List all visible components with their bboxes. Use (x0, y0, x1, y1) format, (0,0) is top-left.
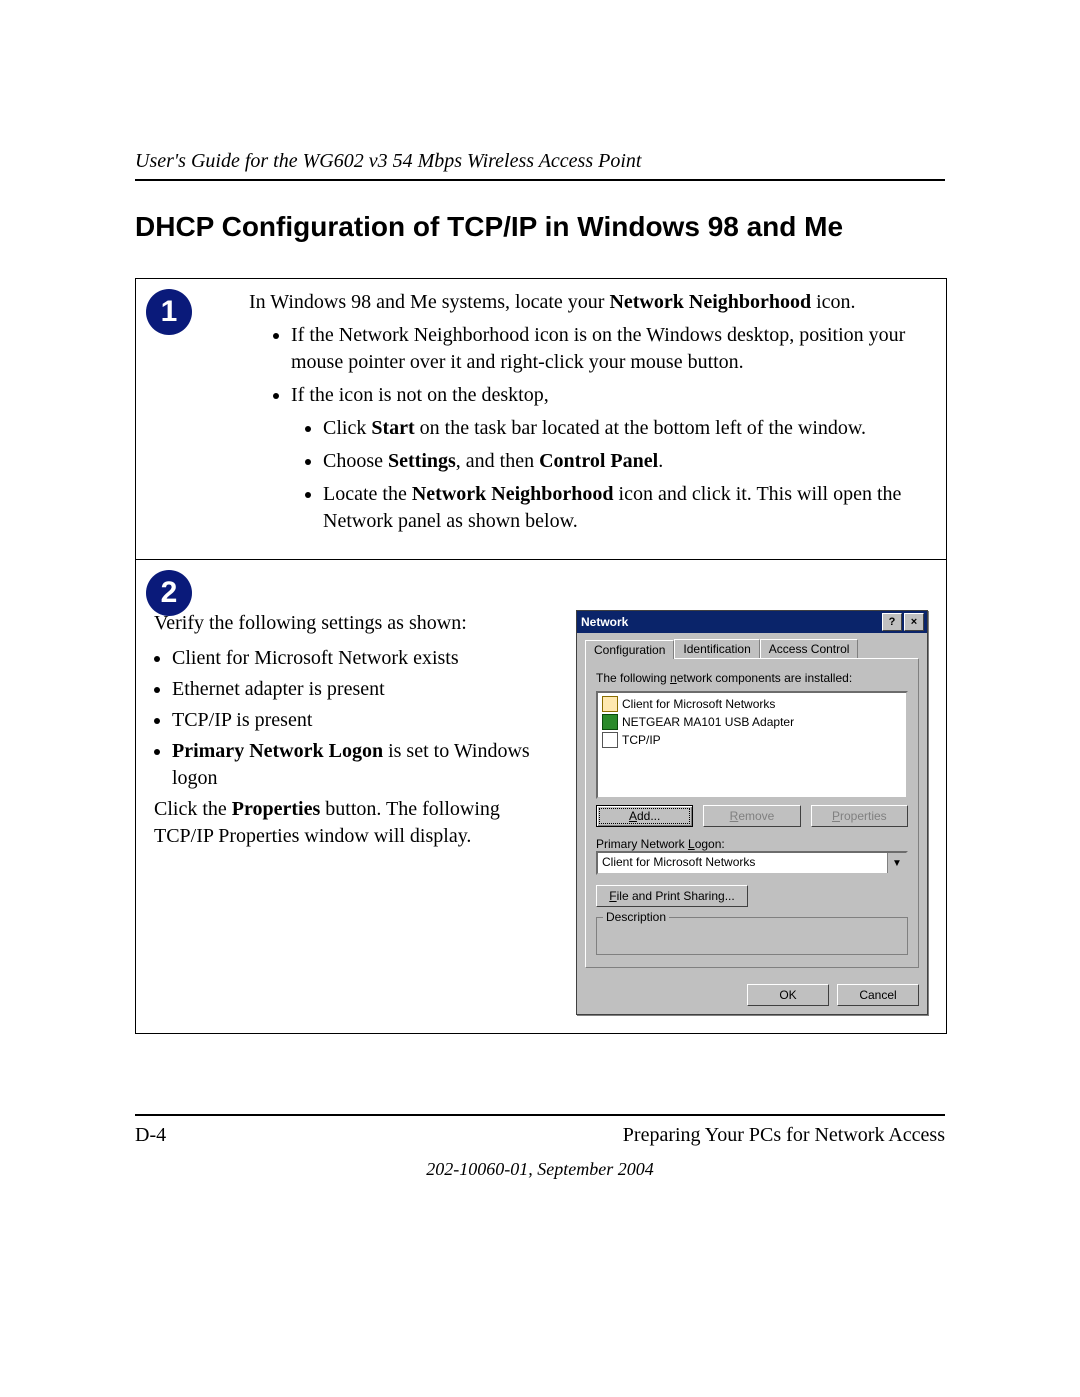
text-bold: Properties (232, 798, 321, 820)
help-button[interactable]: ? (882, 613, 902, 631)
step-1-intro: In Windows 98 and Me systems, locate you… (249, 289, 928, 316)
text: ile and Print Sharing... (617, 889, 735, 903)
components-label: The following network components are ins… (596, 671, 908, 685)
footer-section-title: Preparing Your PCs for Network Access (623, 1124, 945, 1147)
accel-key: P (832, 809, 840, 823)
list-item[interactable]: TCP/IP (600, 731, 904, 749)
step-2-bullets: Client for Microsoft Network exists Ethe… (154, 645, 556, 792)
accel-key: L (688, 837, 695, 851)
text: ogon: (695, 837, 725, 851)
adapter-icon (602, 714, 618, 730)
protocol-icon (602, 732, 618, 748)
network-dialog: Network ? × Configuration Identification… (576, 610, 928, 1015)
tab-identification[interactable]: Identification (674, 639, 759, 658)
component-label: NETGEAR MA101 USB Adapter (622, 715, 794, 729)
text-bold: Network Neighborhood (609, 291, 811, 313)
description-legend: Description (603, 910, 669, 924)
text: dd... (637, 809, 660, 823)
step-1-body: In Windows 98 and Me systems, locate you… (249, 289, 928, 535)
list-item[interactable]: Client for Microsoft Networks (600, 695, 904, 713)
accel-key: n (670, 671, 677, 685)
text: Choose (323, 450, 388, 472)
text: emove (738, 809, 774, 823)
tab-configuration[interactable]: Configuration (585, 640, 674, 659)
page-number: D-4 (135, 1124, 166, 1147)
text: If the icon is not on the desktop, (291, 384, 549, 406)
steps-frame: 1 In Windows 98 and Me systems, locate y… (135, 278, 947, 1034)
text: roperties (840, 809, 887, 823)
accel-key: R (730, 809, 739, 823)
add-button[interactable]: Add... (596, 805, 693, 827)
primary-logon-label: Primary Network Logon: (596, 837, 908, 851)
text: In Windows 98 and Me systems, locate you… (249, 291, 609, 313)
tab-panel-configuration: The following network components are ins… (585, 658, 919, 968)
primary-logon-value: Client for Microsoft Networks (598, 853, 887, 873)
list-item: Locate the Network Neighborhood icon and… (323, 481, 928, 535)
remove-button[interactable]: Remove (703, 805, 800, 827)
list-item: Ethernet adapter is present (172, 676, 556, 703)
step-2-intro: Verify the following settings as shown: (154, 610, 556, 637)
text-bold: Start (371, 417, 414, 439)
text-bold: Network Neighborhood (412, 483, 614, 505)
properties-button[interactable]: Properties (811, 805, 908, 827)
text: Click the (154, 798, 232, 820)
close-button[interactable]: × (904, 613, 924, 631)
text: icon. (811, 291, 855, 313)
accel-key: F (609, 889, 616, 903)
component-label: TCP/IP (622, 733, 661, 747)
footer-docinfo: 202-10060-01, September 2004 (135, 1159, 945, 1180)
list-item: Client for Microsoft Network exists (172, 645, 556, 672)
list-item[interactable]: NETGEAR MA101 USB Adapter (600, 713, 904, 731)
step-2-para2: Click the Properties button. The followi… (154, 796, 556, 850)
text-bold: Control Panel (539, 450, 658, 472)
step-2-badge: 2 (146, 570, 192, 616)
text: on the task bar located at the bottom le… (415, 417, 866, 439)
tab-access-control[interactable]: Access Control (760, 639, 859, 658)
step-1-bullets: If the Network Neighborhood icon is on t… (249, 322, 928, 535)
dialog-title: Network (581, 615, 628, 629)
page-footer: D-4 Preparing Your PCs for Network Acces… (135, 1114, 945, 1147)
file-print-sharing-button[interactable]: File and Print Sharing... (596, 885, 748, 907)
list-item: If the icon is not on the desktop, Click… (291, 382, 928, 535)
text-bold: Settings (388, 450, 456, 472)
text: , and then (456, 450, 539, 472)
description-fieldset: Description (596, 917, 908, 955)
text: etwork components are installed: (677, 671, 852, 685)
ok-button[interactable]: OK (747, 984, 829, 1006)
dialog-titlebar: Network ? × (577, 611, 927, 633)
accel-key: A (629, 809, 637, 823)
step-2: 2 Verify the following settings as shown… (136, 559, 946, 1033)
text-bold: Primary Network Logon (172, 740, 383, 762)
step-2-text: Verify the following settings as shown: … (154, 610, 556, 858)
tab-strip: Configuration Identification Access Cont… (585, 639, 919, 658)
section-title: DHCP Configuration of TCP/IP in Windows … (135, 211, 945, 243)
chevron-down-icon: ▼ (887, 853, 906, 873)
text: Click (323, 417, 371, 439)
step-1-badge: 1 (146, 289, 192, 335)
list-item: If the Network Neighborhood icon is on t… (291, 322, 928, 376)
text: Locate the (323, 483, 412, 505)
list-item: Choose Settings, and then Control Panel. (323, 448, 928, 475)
client-icon (602, 696, 618, 712)
text: The following (596, 671, 670, 685)
list-item: TCP/IP is present (172, 707, 556, 734)
primary-logon-select[interactable]: Client for Microsoft Networks ▼ (596, 851, 908, 875)
component-label: Client for Microsoft Networks (622, 697, 775, 711)
running-header: User's Guide for the WG602 v3 54 Mbps Wi… (135, 150, 945, 173)
header-rule (135, 179, 945, 181)
step-1: 1 In Windows 98 and Me systems, locate y… (136, 279, 946, 559)
cancel-button[interactable]: Cancel (837, 984, 919, 1006)
list-item: Primary Network Logon is set to Windows … (172, 738, 556, 792)
text: Primary Network (596, 837, 688, 851)
components-listbox[interactable]: Client for Microsoft Networks NETGEAR MA… (596, 691, 908, 799)
step-1-sub-bullets: Click Start on the task bar located at t… (291, 415, 928, 535)
list-item: Click Start on the task bar located at t… (323, 415, 928, 442)
text: . (658, 450, 663, 472)
